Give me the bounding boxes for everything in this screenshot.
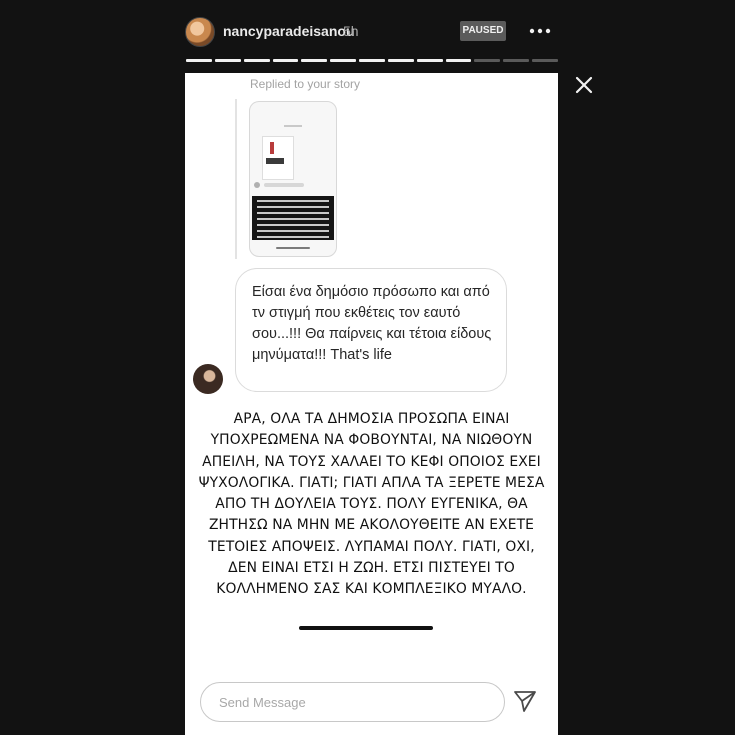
progress-segment <box>186 59 212 62</box>
story-caption: ΑΡΑ, ΟΛΑ ΤΑ ΔΗΜΟΣΙΑ ΠΡΟΣΩΠΑ ΕΙΝΑΙ ΥΠΟΧΡΕ… <box>191 409 553 601</box>
sender-avatar[interactable] <box>193 364 223 394</box>
more-dots-glyph <box>529 28 551 34</box>
time-ago: 5h <box>343 23 359 39</box>
caption-line: ΑΠΕΙΛΗ, ΝΑ ΤΟΥΣ ΧΑΛΑΕΙ ΤΟ ΚΕΦΙ ΟΠΟΙΟΣ ΕΧ… <box>202 453 541 470</box>
caption-line: ΥΠΟΧΡΕΩΜΕΝΑ ΝΑ ΦΟΒΟΥΝΤΑΙ, ΝΑ ΝΙΩΘΟΥΝ <box>210 432 533 449</box>
caption-line: ΨΥΧΟΛΟΓΙΚΑ. ΓΙΑΤΙ; ΓΙΑΤΙ ΑΠΛΑ ΤΑ ΞΕΡΕΤΕ … <box>198 474 545 491</box>
progress-segment <box>301 59 328 62</box>
replied-to-story-label: Replied to your story <box>250 77 361 91</box>
thumbnail-text-block <box>252 196 334 240</box>
progress-segment <box>503 59 530 62</box>
thumbnail-avatar <box>254 182 260 188</box>
close-x-glyph <box>575 76 593 94</box>
story-content[interactable]: Replied to your story Είσαι ένα δημόσιο … <box>185 73 558 735</box>
caption-line: ΖΗΤΗΣΩ ΝΑ ΜΗΝ ΜΕ ΑΚΟΛΟΥΘΕΙΤΕ ΑΝ ΕΧΕΤΕ <box>208 517 535 534</box>
caption-line: ΤΕΤΟΙΕΣ ΑΠΟΨΕΙΣ. ΛΥΠΑΜΑΙ ΠΟΛΥ. ΓΙΑΤΙ, ΟΧ… <box>208 538 535 555</box>
thumbnail-message <box>264 183 304 187</box>
progress-segment <box>445 59 472 62</box>
send-message-input[interactable] <box>200 682 505 722</box>
message-bubble: Είσαι ένα δημόσιο πρόσωπο και από τν στι… <box>235 268 507 392</box>
more-horizontal-icon[interactable] <box>528 22 552 40</box>
progress-segment <box>532 59 558 62</box>
story-thumbnail[interactable] <box>249 101 337 257</box>
reply-indicator-line <box>235 99 237 259</box>
username[interactable]: nancyparadeisanou <box>223 23 355 39</box>
caption-line: ΑΠΟ ΤΗ ΔΟΥΛΕΙΑ ΤΟΥΣ. ΠΟΛΥ ΕΥΓΕΝΙΚΑ, ΘΑ <box>215 496 528 513</box>
caption-line: ΚΟΛΛΗΜΕΝΟ ΣΑΣ ΚΑΙ ΚΟΜΠΛΕΞΙΚΟ ΜΥΑΛΟ. <box>216 581 527 598</box>
thumbnail-home-indicator <box>276 247 310 249</box>
story-viewer: nancyparadeisanou 5h PAUSED Replied to y… <box>0 0 735 735</box>
progress-segment <box>416 59 443 62</box>
progress-segment <box>330 59 357 62</box>
story-header: nancyparadeisanou 5h PAUSED <box>0 0 735 60</box>
home-indicator <box>299 626 433 630</box>
progress-segment <box>359 59 385 62</box>
paused-badge: PAUSED <box>460 21 506 41</box>
profile-avatar[interactable] <box>185 17 215 47</box>
progress-segment <box>214 59 241 62</box>
thumbnail-product <box>270 142 274 154</box>
progress-segment <box>243 59 270 62</box>
story-progress-bar <box>186 59 558 62</box>
progress-segment <box>272 59 299 62</box>
caption-line: ΑΡΑ, ΟΛΑ ΤΑ ΔΗΜΟΣΙΑ ΠΡΟΣΩΠΑ ΕΙΝΑΙ <box>233 411 510 427</box>
send-icon[interactable] <box>512 688 538 714</box>
progress-segment <box>474 59 501 62</box>
thumbnail-product-base <box>266 158 284 164</box>
thumbnail-header-mark <box>284 125 302 127</box>
progress-segment <box>387 59 414 62</box>
caption-line: ΔΕΝ ΕΙΝΑΙ ΕΤΣΙ Η ΖΩΗ. ΕΤΣΙ ΠΙΣΤΕΥΕΙ ΤΟ <box>228 560 515 577</box>
close-icon[interactable] <box>574 75 594 95</box>
send-paper-plane-glyph <box>514 691 536 712</box>
